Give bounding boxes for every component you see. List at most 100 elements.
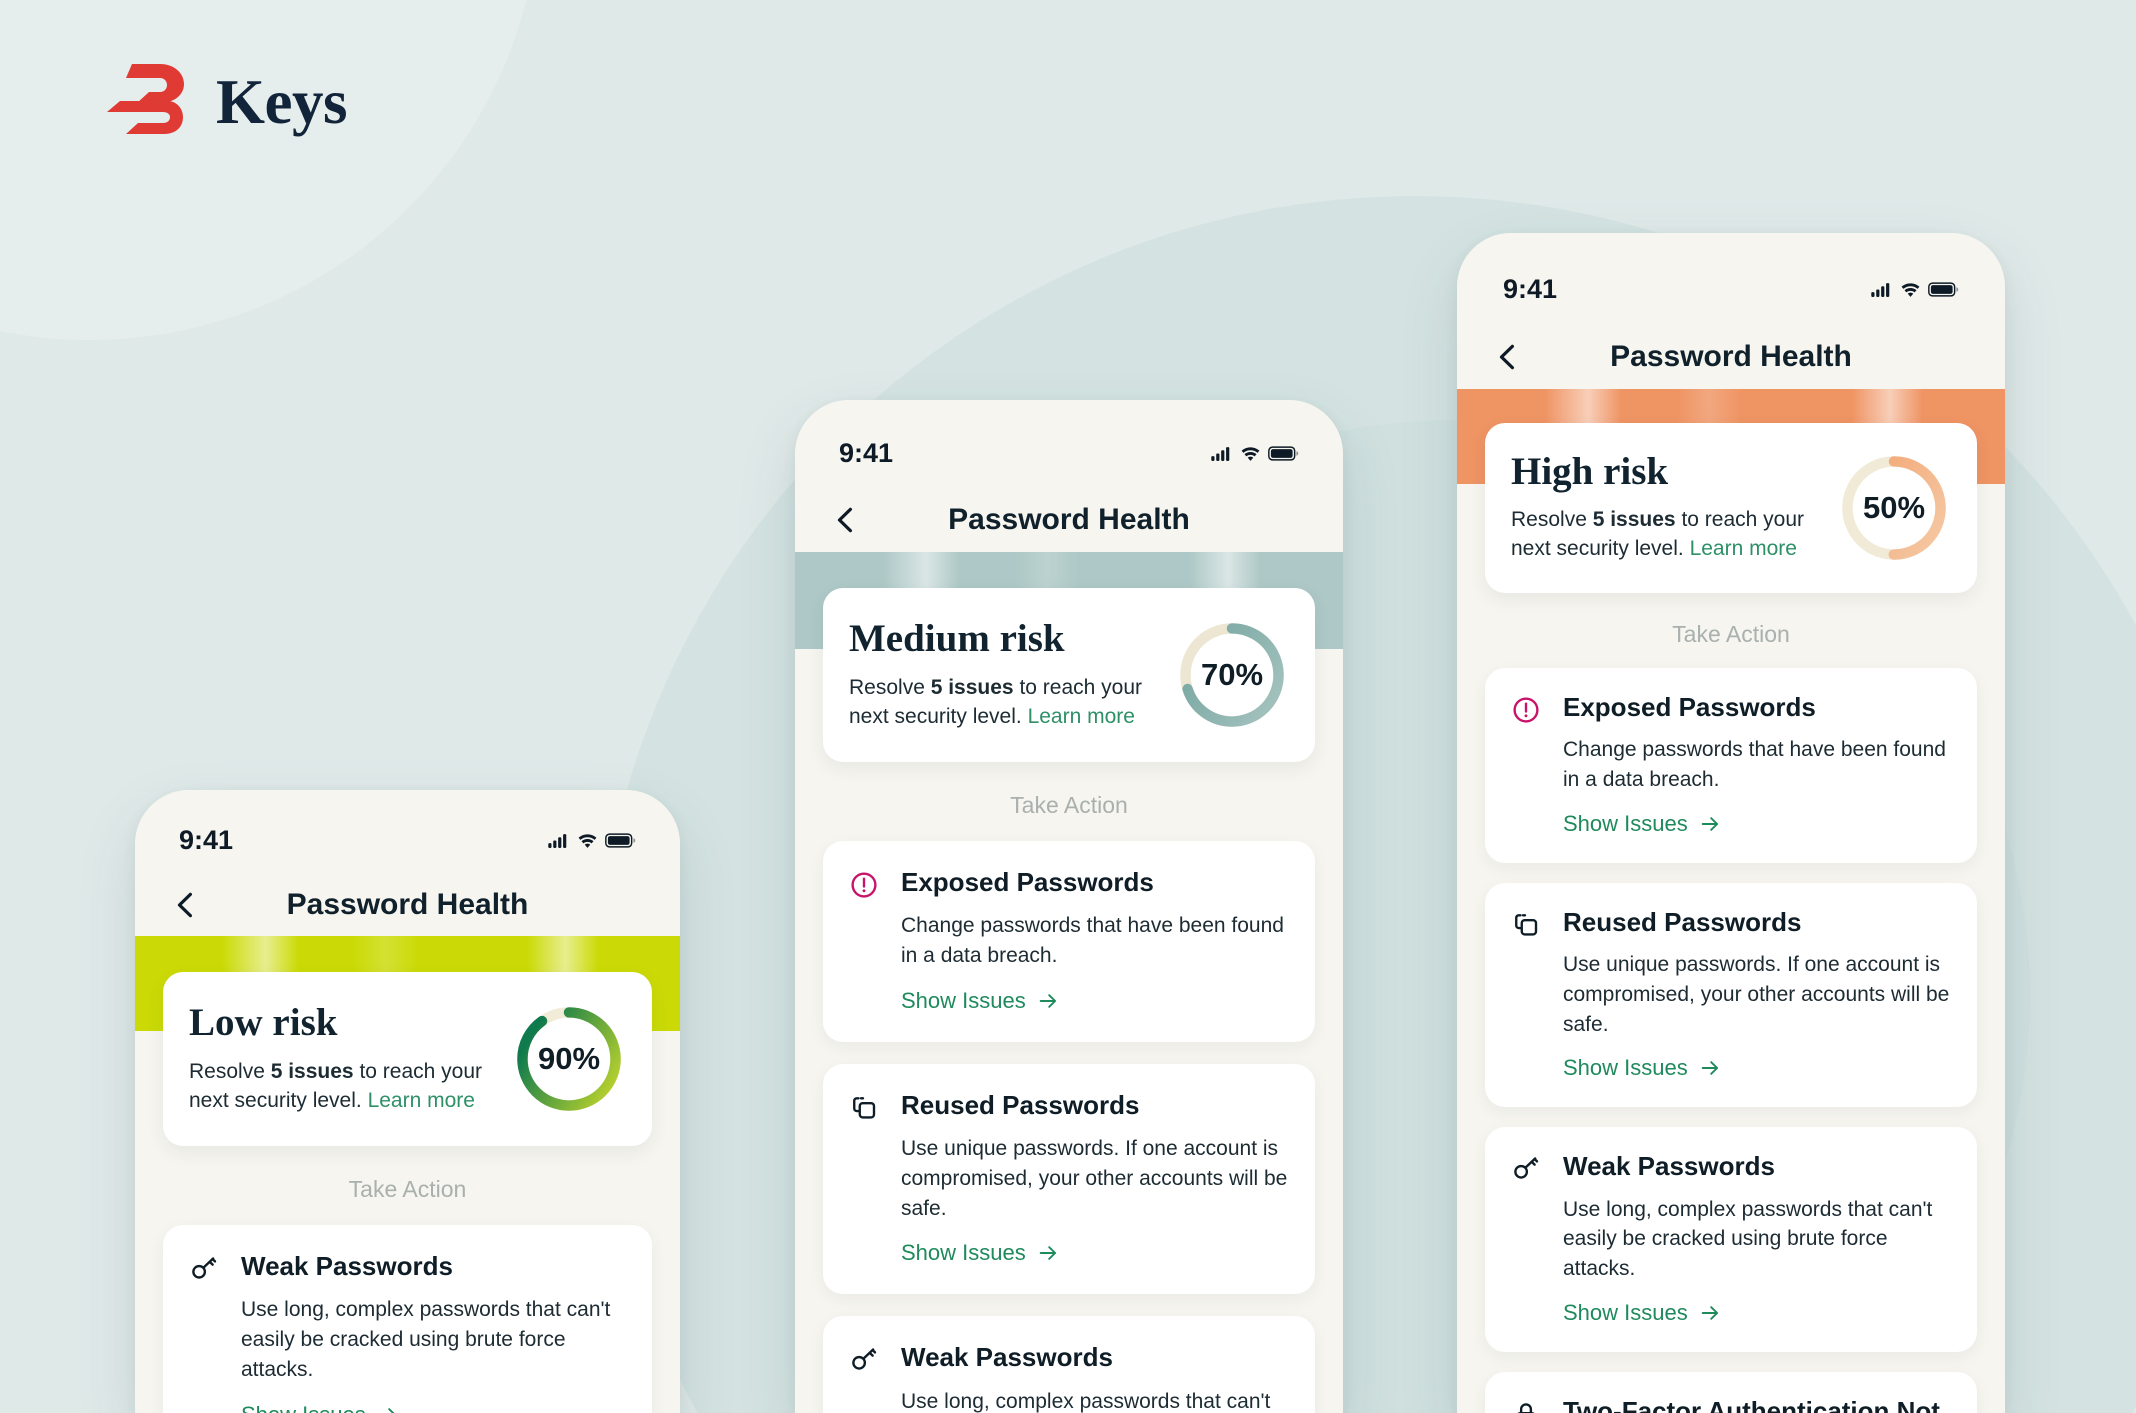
issue-title: Weak Passwords: [1563, 1151, 1775, 1182]
issue-card-twofactor[interactable]: Two-Factor Authentication Not Set UpEnab…: [1485, 1372, 1977, 1413]
show-issues-link[interactable]: Show Issues: [901, 988, 1059, 1014]
score-ring-wrap: 50%: [1837, 451, 1951, 565]
issue-description: Change passwords that have been found in…: [901, 914, 1284, 967]
issue-card-weak[interactable]: Weak Passwords Use long, complex password…: [823, 1316, 1315, 1413]
arrow-right-icon: [1039, 1246, 1056, 1261]
show-issues-label: Show Issues: [1563, 810, 1688, 836]
show-issues-link[interactable]: Show Issues: [241, 1402, 399, 1413]
nav-bar: Password Health: [1457, 325, 2005, 389]
issue-icon-wrap: [1511, 1151, 1563, 1326]
issue-title: Reused Passwords: [1563, 906, 1802, 937]
content-scroll[interactable]: Low risk Resolve 5 issues to reach your n…: [135, 936, 680, 1413]
issue-card-weak[interactable]: Weak Passwords Use long, complex password…: [1485, 1127, 1977, 1353]
show-issues-link[interactable]: Show Issues: [901, 1240, 1059, 1266]
learn-more-link[interactable]: Learn more: [1028, 705, 1135, 728]
phone-high-risk: 9:41 Password Health High risk Resolve 5 is…: [1457, 233, 2005, 1413]
arrow-right-icon-wrap: [1699, 813, 1721, 835]
score-ring-wrap: 70%: [1175, 618, 1289, 732]
wifi-icon: [1241, 447, 1260, 461]
score-ring-wrap: 90%: [512, 1002, 626, 1116]
cellular-signal-icon: [1211, 446, 1230, 461]
issue-icon-wrap: [849, 1342, 901, 1413]
risk-level-title: High risk: [1511, 450, 1669, 494]
wifi-icon: [1901, 283, 1920, 297]
risk-summary-card: Low risk Resolve 5 issues to reach your n…: [163, 972, 652, 1146]
status-time: 9:41: [839, 437, 894, 468]
arrow-right-icon-wrap: [1037, 990, 1059, 1012]
show-issues-label: Show Issues: [1563, 1055, 1688, 1081]
status-time: 9:41: [179, 824, 234, 855]
issue-card-reused[interactable]: Reused Passwords Use unique passwords. If…: [1485, 882, 1977, 1108]
arrow-right-icon: [1701, 816, 1718, 831]
content-scroll[interactable]: High risk Resolve 5 issues to reach your …: [1457, 389, 2005, 1413]
back-button[interactable]: [831, 505, 861, 535]
chevron-left-icon[interactable]: [1493, 342, 1523, 372]
back-button[interactable]: [171, 890, 201, 920]
issue-description: Change passwords that have been found in…: [1563, 738, 1946, 791]
key-icon: [1514, 1157, 1539, 1180]
copy-duplicate-icon: [853, 1096, 876, 1119]
resolve-prefix: Resolve: [189, 1059, 271, 1083]
learn-more-link[interactable]: Learn more: [368, 1089, 475, 1112]
issue-description: Use unique passwords. If one account is …: [901, 1137, 1288, 1220]
take-action-label: Take Action: [348, 1176, 467, 1202]
show-issues-link[interactable]: Show Issues: [1563, 1300, 1721, 1326]
learn-more-link[interactable]: Learn more: [1690, 537, 1797, 560]
back-button[interactable]: [1493, 342, 1523, 372]
nav-bar: Password Health: [795, 488, 1343, 552]
issue-icon-wrap: [1511, 692, 1563, 837]
issue-card-reused[interactable]: Reused Passwords Use unique passwords. If…: [823, 1063, 1315, 1295]
issue-icon-wrap: [1511, 1396, 1563, 1413]
status-icons: [1211, 445, 1299, 461]
risk-summary-text: Resolve 5 issues to reach your next secu…: [189, 1058, 512, 1116]
status-icons: [548, 832, 636, 848]
cellular-signal-icon: [548, 833, 567, 848]
issue-icon-wrap: [849, 867, 901, 1014]
issue-icon-wrap: [849, 1090, 901, 1267]
brand-wordmark: Keys: [216, 66, 347, 137]
issue-title: Reused Passwords: [901, 1089, 1140, 1120]
resolve-prefix: Resolve: [1511, 508, 1593, 532]
risk-summary-text: Resolve 5 issues to reach your next secu…: [849, 674, 1175, 732]
copy-duplicate-icon: [1515, 913, 1538, 936]
key-icon: [852, 1348, 877, 1371]
take-action-label: Take Action: [1672, 621, 1790, 647]
content-scroll[interactable]: Medium risk Resolve 5 issues to reach you…: [795, 552, 1343, 1413]
risk-summary-card: High risk Resolve 5 issues to reach your …: [1485, 423, 1977, 593]
battery-icon: [605, 832, 636, 848]
battery-icon: [1928, 281, 1959, 297]
arrow-right-icon-wrap: [377, 1404, 399, 1413]
page-title: Password Health: [286, 888, 529, 921]
arrow-right-icon: [387, 1407, 395, 1413]
alert-circle-icon: [1513, 697, 1539, 723]
page-title: Password Health: [1610, 340, 1852, 373]
show-issues-link[interactable]: Show Issues: [1563, 1055, 1721, 1081]
arrow-right-icon-wrap: [1037, 1242, 1059, 1264]
issue-description: Use long, complex passwords that can't e…: [241, 1298, 611, 1381]
issue-title: Two-Factor Authentication Not Set Up: [1563, 1396, 1940, 1413]
show-issues-label: Show Issues: [901, 1240, 1026, 1266]
cellular-signal-icon: [1871, 282, 1890, 297]
issue-card-weak[interactable]: Weak Passwords Use long, complex password…: [163, 1225, 652, 1413]
risk-level-title: Low risk: [189, 1000, 338, 1044]
key-icon: [192, 1257, 217, 1279]
resolve-prefix: Resolve: [849, 675, 931, 699]
issue-card-exposed[interactable]: Exposed Passwords Change passwords that h…: [823, 841, 1315, 1042]
show-issues-link[interactable]: Show Issues: [1563, 811, 1721, 837]
phone-low-risk: 9:41 Password Health Low risk Resolve 5 iss…: [135, 790, 680, 1413]
background-corner-shape: [0, 0, 540, 340]
issue-card-exposed[interactable]: Exposed Passwords Change passwords that h…: [1485, 668, 1977, 863]
risk-level-title: Medium risk: [849, 616, 1065, 660]
arrow-right-icon: [1701, 1061, 1718, 1076]
nav-bar: Password Health: [135, 874, 680, 936]
chevron-left-icon[interactable]: [831, 505, 861, 535]
arrow-right-icon-wrap: [1699, 1302, 1721, 1324]
keys-logo-icon: [107, 64, 184, 134]
show-issues-label: Show Issues: [901, 987, 1026, 1013]
page-title: Password Health: [948, 503, 1190, 536]
take-action-label: Take Action: [1010, 792, 1128, 818]
show-issues-label: Show Issues: [241, 1402, 366, 1413]
risk-summary-card: Medium risk Resolve 5 issues to reach you…: [823, 588, 1315, 762]
chevron-left-icon[interactable]: [171, 890, 201, 920]
brand-logo: Keys: [104, 62, 347, 142]
